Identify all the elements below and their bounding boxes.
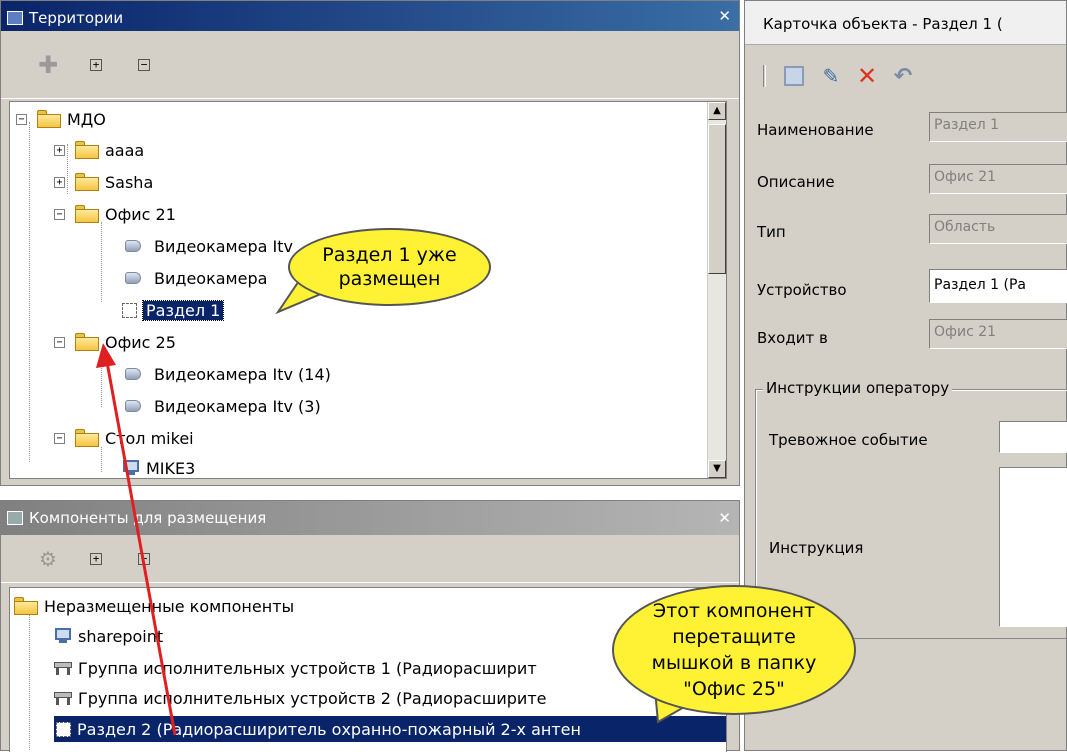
toolbar-grip	[763, 65, 766, 87]
save-icon[interactable]	[784, 66, 804, 86]
components-title: Компоненты для размещения	[29, 509, 267, 527]
tree-item-camera[interactable]: Видеокамера	[154, 269, 267, 288]
folder-icon	[37, 110, 61, 128]
territories-titlebar: Территории ✕	[1, 1, 739, 31]
camera-icon	[122, 365, 144, 383]
callout-top-text: Раздел 1 уже размещен	[322, 244, 457, 290]
computer-icon	[122, 460, 140, 476]
folder-icon	[75, 333, 99, 351]
callout-bottom-text: Этот компонент перетащите мышкой в папку…	[651, 600, 817, 700]
device-field[interactable]: Раздел 1 (Ра	[929, 269, 1067, 303]
callout-top: Раздел 1 уже размещен	[288, 228, 491, 306]
territories-toolbar: ✚ + −	[1, 31, 739, 99]
collapse-all-icon[interactable]: −	[135, 550, 153, 568]
collapse-toggle[interactable]: −	[54, 432, 65, 444]
card-title: Карточка объекта - Раздел 1 (	[763, 15, 1003, 33]
tree-item-mdo[interactable]: МДО	[67, 110, 106, 129]
name-label: Наименование	[757, 121, 874, 139]
description-label: Описание	[757, 173, 835, 191]
scroll-down-icon[interactable]: ▼	[708, 460, 726, 478]
computer-icon	[54, 628, 72, 644]
folder-icon	[75, 173, 99, 191]
components-toolbar: ⚙ + −	[1, 535, 739, 583]
edit-icon[interactable]: ✎	[822, 64, 840, 88]
card-titlebar: Карточка объекта - Раздел 1 (	[745, 1, 1066, 45]
tree-item-camera[interactable]: Видеокамера Itv	[154, 237, 293, 256]
instruction-field[interactable]	[999, 467, 1067, 627]
tree-item-table-mikei[interactable]: Стол mikei	[105, 429, 194, 448]
undo-icon[interactable]: ↶	[894, 64, 912, 89]
device-group-icon	[54, 660, 72, 676]
device-label: Устройство	[757, 281, 847, 299]
collapse-all-icon[interactable]: −	[135, 56, 153, 74]
close-icon[interactable]: ✕	[718, 7, 731, 25]
section-icon	[56, 721, 71, 737]
collapse-toggle[interactable]: −	[54, 336, 65, 348]
collapse-toggle[interactable]: −	[54, 208, 65, 220]
tree-item-camera[interactable]: Видеокамера Itv (14)	[154, 365, 331, 384]
tree-item-camera[interactable]: Видеокамера Itv (3)	[154, 397, 321, 416]
parent-label: Входит в	[757, 329, 828, 347]
collapse-toggle[interactable]: −	[16, 113, 27, 125]
tree-item-mike3[interactable]: MIKE3	[146, 459, 195, 478]
expand-all-icon[interactable]: +	[87, 550, 105, 568]
parent-field[interactable]: Офис 21	[929, 319, 1067, 349]
tree-item-group1[interactable]: Группа исполнительных устройств 1 (Радио…	[78, 659, 537, 678]
camera-icon	[122, 269, 144, 287]
tree-item-office25[interactable]: Офис 25	[105, 333, 176, 352]
components-icon	[7, 511, 23, 525]
tree-item-aaaa[interactable]: aaaa	[105, 141, 144, 160]
delete-icon[interactable]: ✕	[857, 62, 877, 90]
callout-bottom: Этот компонент перетащите мышкой в папку…	[612, 585, 856, 715]
folder-icon	[75, 429, 99, 447]
tree-item-sharepoint[interactable]: sharepoint	[78, 627, 163, 646]
expand-all-icon[interactable]: +	[87, 56, 105, 74]
description-field[interactable]: Офис 21	[929, 164, 1067, 194]
card-toolbar: ✎ ✕ ↶	[745, 45, 1066, 107]
type-label: Тип	[757, 223, 786, 241]
components-titlebar: Компоненты для размещения ✕	[1, 501, 739, 535]
territories-icon	[7, 11, 23, 25]
type-field[interactable]: Область	[929, 214, 1067, 244]
device-group-icon	[54, 690, 72, 706]
close-icon[interactable]: ✕	[718, 509, 731, 527]
folder-icon	[75, 205, 99, 223]
scroll-thumb[interactable]	[708, 124, 726, 274]
expand-toggle[interactable]: +	[54, 176, 65, 188]
alarm-field[interactable]	[999, 421, 1067, 453]
folder-icon	[14, 597, 38, 615]
locate-icon[interactable]: ⚙	[39, 547, 57, 571]
camera-icon	[122, 397, 144, 415]
tree-item-section2[interactable]: Раздел 2 (Радиорасширитель охранно-пожар…	[77, 720, 581, 739]
territories-title: Территории	[29, 9, 124, 27]
tree-item-sasha[interactable]: Sasha	[105, 173, 153, 192]
instruction-label: Инструкция	[769, 539, 864, 557]
tree-item-group2[interactable]: Группа исполнительных устройств 2 (Радио…	[78, 689, 546, 708]
add-icon[interactable]: ✚	[38, 51, 58, 79]
tree-item-unplaced[interactable]: Неразмещенные компоненты	[44, 597, 294, 616]
instructions-group-title: Инструкции оператору	[763, 379, 953, 397]
alarm-label: Тревожное событие	[769, 431, 928, 449]
folder-icon	[75, 141, 99, 159]
tree-item-section1[interactable]: Раздел 1	[141, 299, 225, 321]
scroll-up-icon[interactable]: ▲	[708, 102, 726, 120]
territories-scrollbar[interactable]: ▲ ▼	[707, 102, 726, 478]
tree-item-office21[interactable]: Офис 21	[105, 205, 176, 224]
expand-toggle[interactable]: +	[54, 144, 65, 156]
camera-icon	[122, 237, 144, 255]
section-icon	[122, 302, 137, 318]
name-field[interactable]: Раздел 1	[929, 112, 1067, 142]
